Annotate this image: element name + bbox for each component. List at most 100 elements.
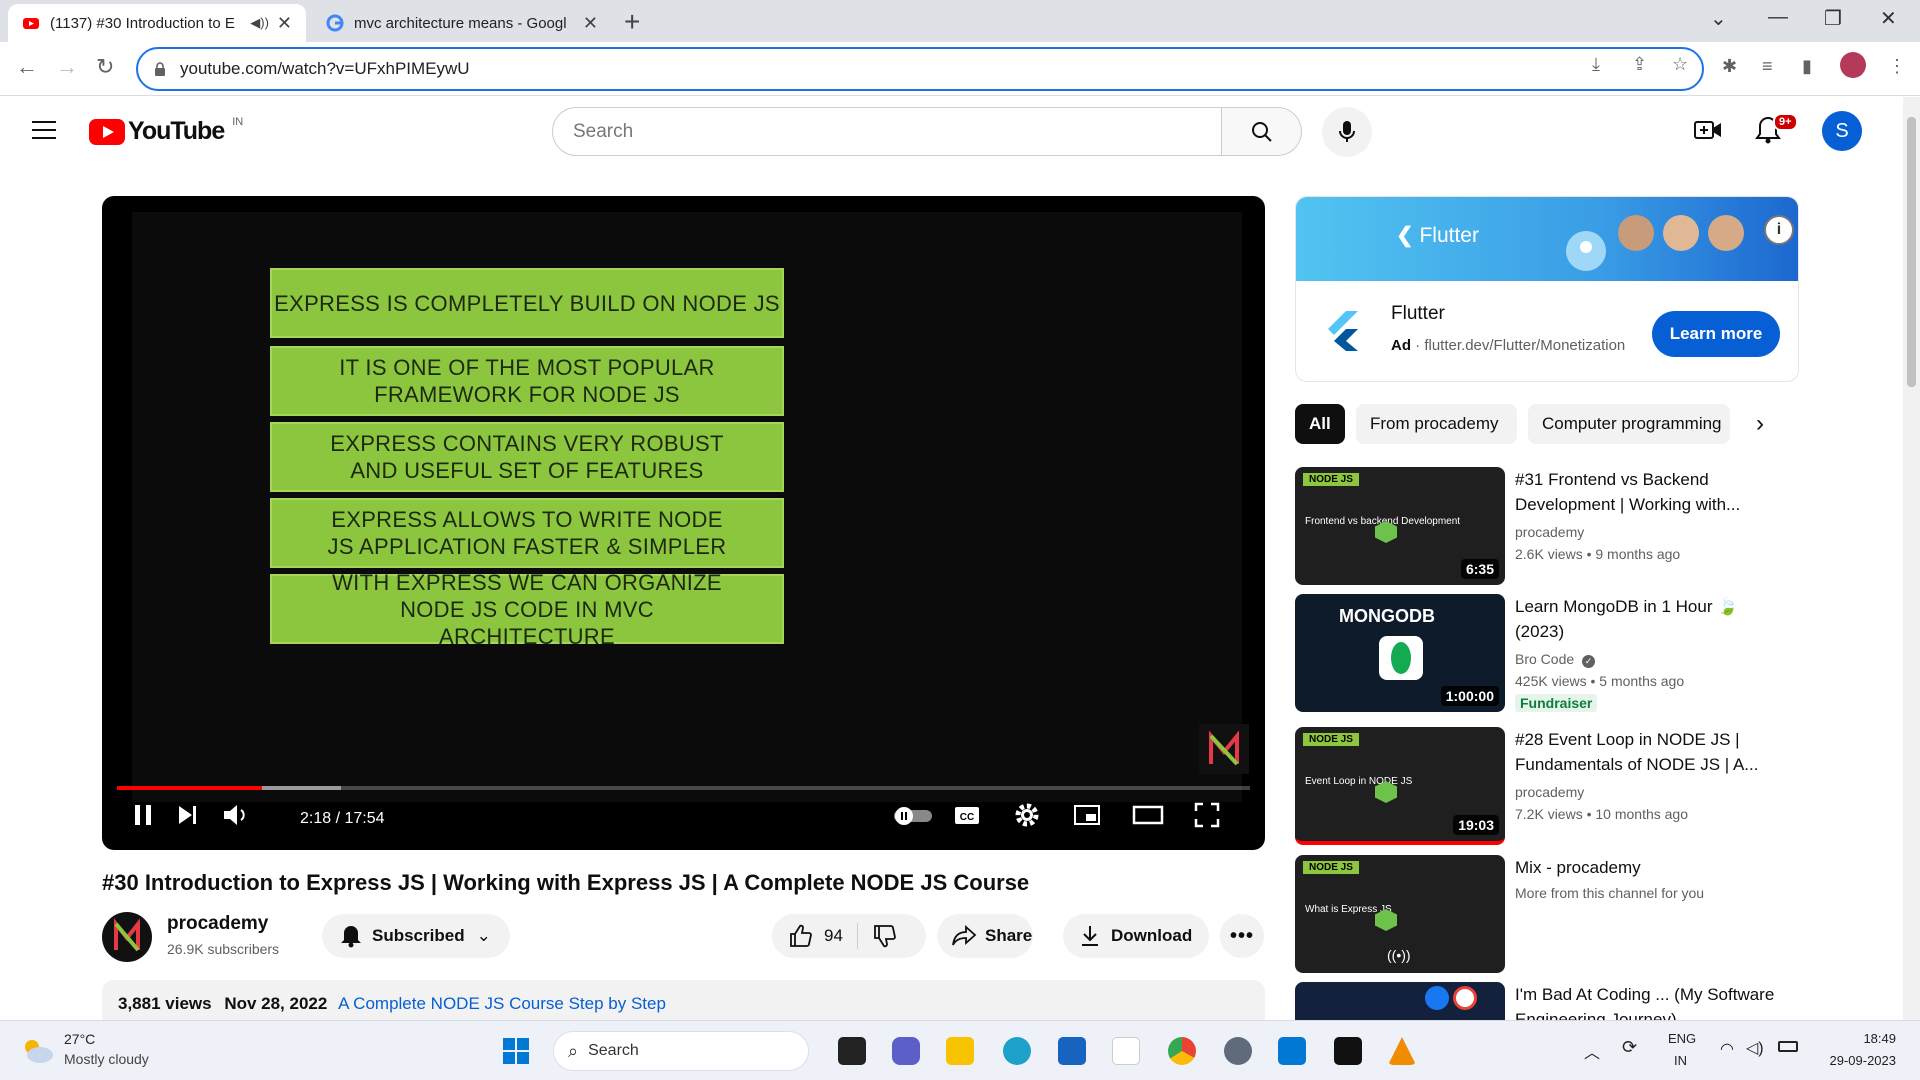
fullscreen-button[interactable] (1192, 800, 1222, 835)
back-icon[interactable]: ← (16, 54, 38, 80)
region-indicator[interactable]: IN (1674, 1053, 1687, 1068)
new-tab-button[interactable]: + (624, 6, 640, 38)
ad-info-icon[interactable]: i (1764, 215, 1794, 245)
next-button[interactable] (172, 800, 202, 835)
recommended-video[interactable]: I'm Bad At Coding ... (My Software Engin… (1295, 982, 1799, 1020)
video-title[interactable]: Learn MongoDB in 1 Hour 🍃 (2023) (1515, 594, 1775, 644)
reload-icon[interactable]: ↻ (96, 54, 114, 80)
tray-overflow-icon[interactable]: ︿ (1584, 1039, 1600, 1063)
wifi-icon[interactable]: ◠ (1720, 1039, 1734, 1059)
task-view-icon[interactable] (838, 1037, 866, 1065)
miniplayer-button[interactable] (1072, 800, 1102, 835)
voice-search-button[interactable] (1322, 107, 1372, 157)
minimize-button[interactable]: — (1768, 6, 1788, 29)
vscode-icon[interactable] (1278, 1037, 1306, 1065)
ad-title[interactable]: Flutter (1391, 303, 1445, 325)
progress-bar[interactable] (117, 786, 1250, 790)
channel-watermark-icon[interactable] (1199, 724, 1249, 774)
sync-icon[interactable]: ⟳ (1622, 1037, 1637, 1058)
profile-avatar-icon[interactable] (1840, 52, 1866, 78)
video-thumbnail[interactable]: NODE JS What is Express JS ((•)) (1295, 855, 1505, 973)
autoplay-toggle[interactable] (892, 806, 934, 831)
taskbar-search[interactable]: ⌕ Search (553, 1031, 809, 1071)
forward-icon[interactable]: → (56, 54, 78, 80)
weather-cloud-icon[interactable] (20, 1035, 56, 1067)
clock-time[interactable]: 18:49 (1836, 1031, 1896, 1046)
learn-more-button[interactable]: Learn more (1652, 311, 1780, 357)
theater-mode-button[interactable] (1132, 800, 1164, 835)
close-tab-icon[interactable]: ✕ (277, 13, 292, 34)
ad-card[interactable]: ❮ Flutter i Flutter Ad · flutter.dev/Flu… (1295, 196, 1799, 382)
recommended-video[interactable]: NODE JS What is Express JS ((•)) Mix - p… (1295, 855, 1799, 973)
video-thumbnail[interactable]: NODE JS Frontend vs backend Development … (1295, 467, 1505, 585)
youtube-logo[interactable]: YouTube IN (89, 116, 243, 146)
edge-browser-icon[interactable] (1003, 1037, 1031, 1065)
tab-search-icon[interactable]: ⌄ (1710, 6, 1727, 31)
maximize-button[interactable]: ❐ (1824, 6, 1842, 31)
chip-all[interactable]: All (1295, 404, 1345, 444)
video-thumbnail[interactable]: NODE JS Event Loop in NODE JS 19:03 (1295, 727, 1505, 845)
chip-from-procademy[interactable]: From procademy (1356, 404, 1517, 444)
search-input[interactable]: Search (552, 107, 1222, 156)
battery-icon[interactable] (1778, 1041, 1798, 1052)
windows-start-icon[interactable] (502, 1037, 530, 1065)
file-explorer-icon[interactable] (946, 1037, 974, 1065)
account-avatar[interactable]: S (1822, 111, 1862, 151)
download-button[interactable]: Download (1063, 914, 1209, 958)
menu-icon[interactable] (32, 121, 56, 141)
share-button[interactable]: Share (937, 914, 1033, 958)
audio-playing-icon[interactable]: ◀)) (250, 15, 269, 31)
subtitles-button[interactable]: CC (952, 800, 982, 835)
share-page-icon[interactable]: ⇪ (1632, 54, 1647, 75)
chevron-right-icon[interactable]: › (1756, 410, 1764, 438)
microsoft-store-icon[interactable] (1058, 1037, 1086, 1065)
page-scrollbar[interactable] (1903, 97, 1920, 1020)
channel-avatar[interactable] (102, 912, 152, 962)
terminal-icon[interactable] (1334, 1037, 1362, 1065)
chrome-icon[interactable] (1168, 1037, 1196, 1065)
video-title[interactable]: #31 Frontend vs Backend Development | Wo… (1515, 467, 1775, 517)
amazon-icon[interactable] (1112, 1037, 1140, 1065)
video-title[interactable]: Mix - procademy (1515, 855, 1775, 880)
tab-google[interactable]: mvc architecture means - Googl ✕ (312, 4, 612, 42)
channel-name[interactable]: Bro Code ✓ (1515, 651, 1596, 668)
playlist-link[interactable]: A Complete NODE JS Course Step by Step (338, 994, 666, 1013)
like-button[interactable]: 94 (788, 923, 843, 949)
chip-computer-programming[interactable]: Computer programming (1528, 404, 1730, 444)
chrome-menu-icon[interactable]: ⋮ (1888, 56, 1906, 77)
install-app-icon[interactable]: ⤓ (1592, 54, 1600, 75)
extensions-icon[interactable]: ✱ (1722, 56, 1737, 77)
address-bar[interactable]: youtube.com/watch?v=UFxhPIMEywU (136, 47, 1704, 91)
media-controls-icon[interactable]: ≡ (1762, 56, 1773, 77)
language-indicator[interactable]: ENG (1668, 1031, 1696, 1046)
teams-chat-icon[interactable] (892, 1037, 920, 1065)
more-actions-button[interactable]: ••• (1220, 914, 1264, 958)
subscribed-button[interactable]: Subscribed ⌄ (322, 914, 510, 958)
video-title[interactable]: I'm Bad At Coding ... (My Software Engin… (1515, 982, 1775, 1020)
close-window-button[interactable]: ✕ (1880, 6, 1897, 31)
channel-name[interactable]: procademy (1515, 784, 1584, 800)
settings-button[interactable] (1012, 800, 1042, 835)
weather-description[interactable]: Mostly cloudy (64, 1051, 149, 1067)
speaker-icon[interactable]: ◁) (1746, 1038, 1764, 1058)
tab-youtube[interactable]: (1137) #30 Introduction to E ◀)) ✕ (8, 4, 306, 42)
channel-name[interactable]: procademy (1515, 524, 1584, 540)
ad-banner-image[interactable]: ❮ Flutter (1296, 197, 1798, 281)
video-player[interactable]: EXPRESS IS COMPLETELY BUILD ON NODE JS I… (102, 196, 1265, 850)
search-button[interactable] (1222, 107, 1302, 156)
bookmark-star-icon[interactable]: ☆ (1672, 54, 1688, 75)
video-thumbnail[interactable] (1295, 982, 1505, 1020)
pause-button[interactable] (128, 800, 158, 835)
recommended-video[interactable]: NODE JS Event Loop in NODE JS 19:03 #28 … (1295, 727, 1799, 845)
dislike-button[interactable] (872, 923, 898, 949)
weather-temperature[interactable]: 27°C (64, 1031, 95, 1047)
scrollbar-thumb[interactable] (1907, 117, 1916, 387)
ad-link[interactable]: flutter.dev/Flutter/Monetization (1424, 337, 1625, 354)
settings-gear-icon[interactable] (1224, 1037, 1252, 1065)
video-title[interactable]: #28 Event Loop in NODE JS | Fundamentals… (1515, 727, 1775, 777)
vlc-icon[interactable] (1388, 1037, 1416, 1065)
side-panel-icon[interactable]: ▮ (1802, 56, 1812, 77)
video-thumbnail[interactable]: MONGODB 1:00:00 (1295, 594, 1505, 712)
recommended-video[interactable]: MONGODB 1:00:00 Learn MongoDB in 1 Hour … (1295, 594, 1799, 712)
recommended-video[interactable]: NODE JS Frontend vs backend Development … (1295, 467, 1799, 585)
